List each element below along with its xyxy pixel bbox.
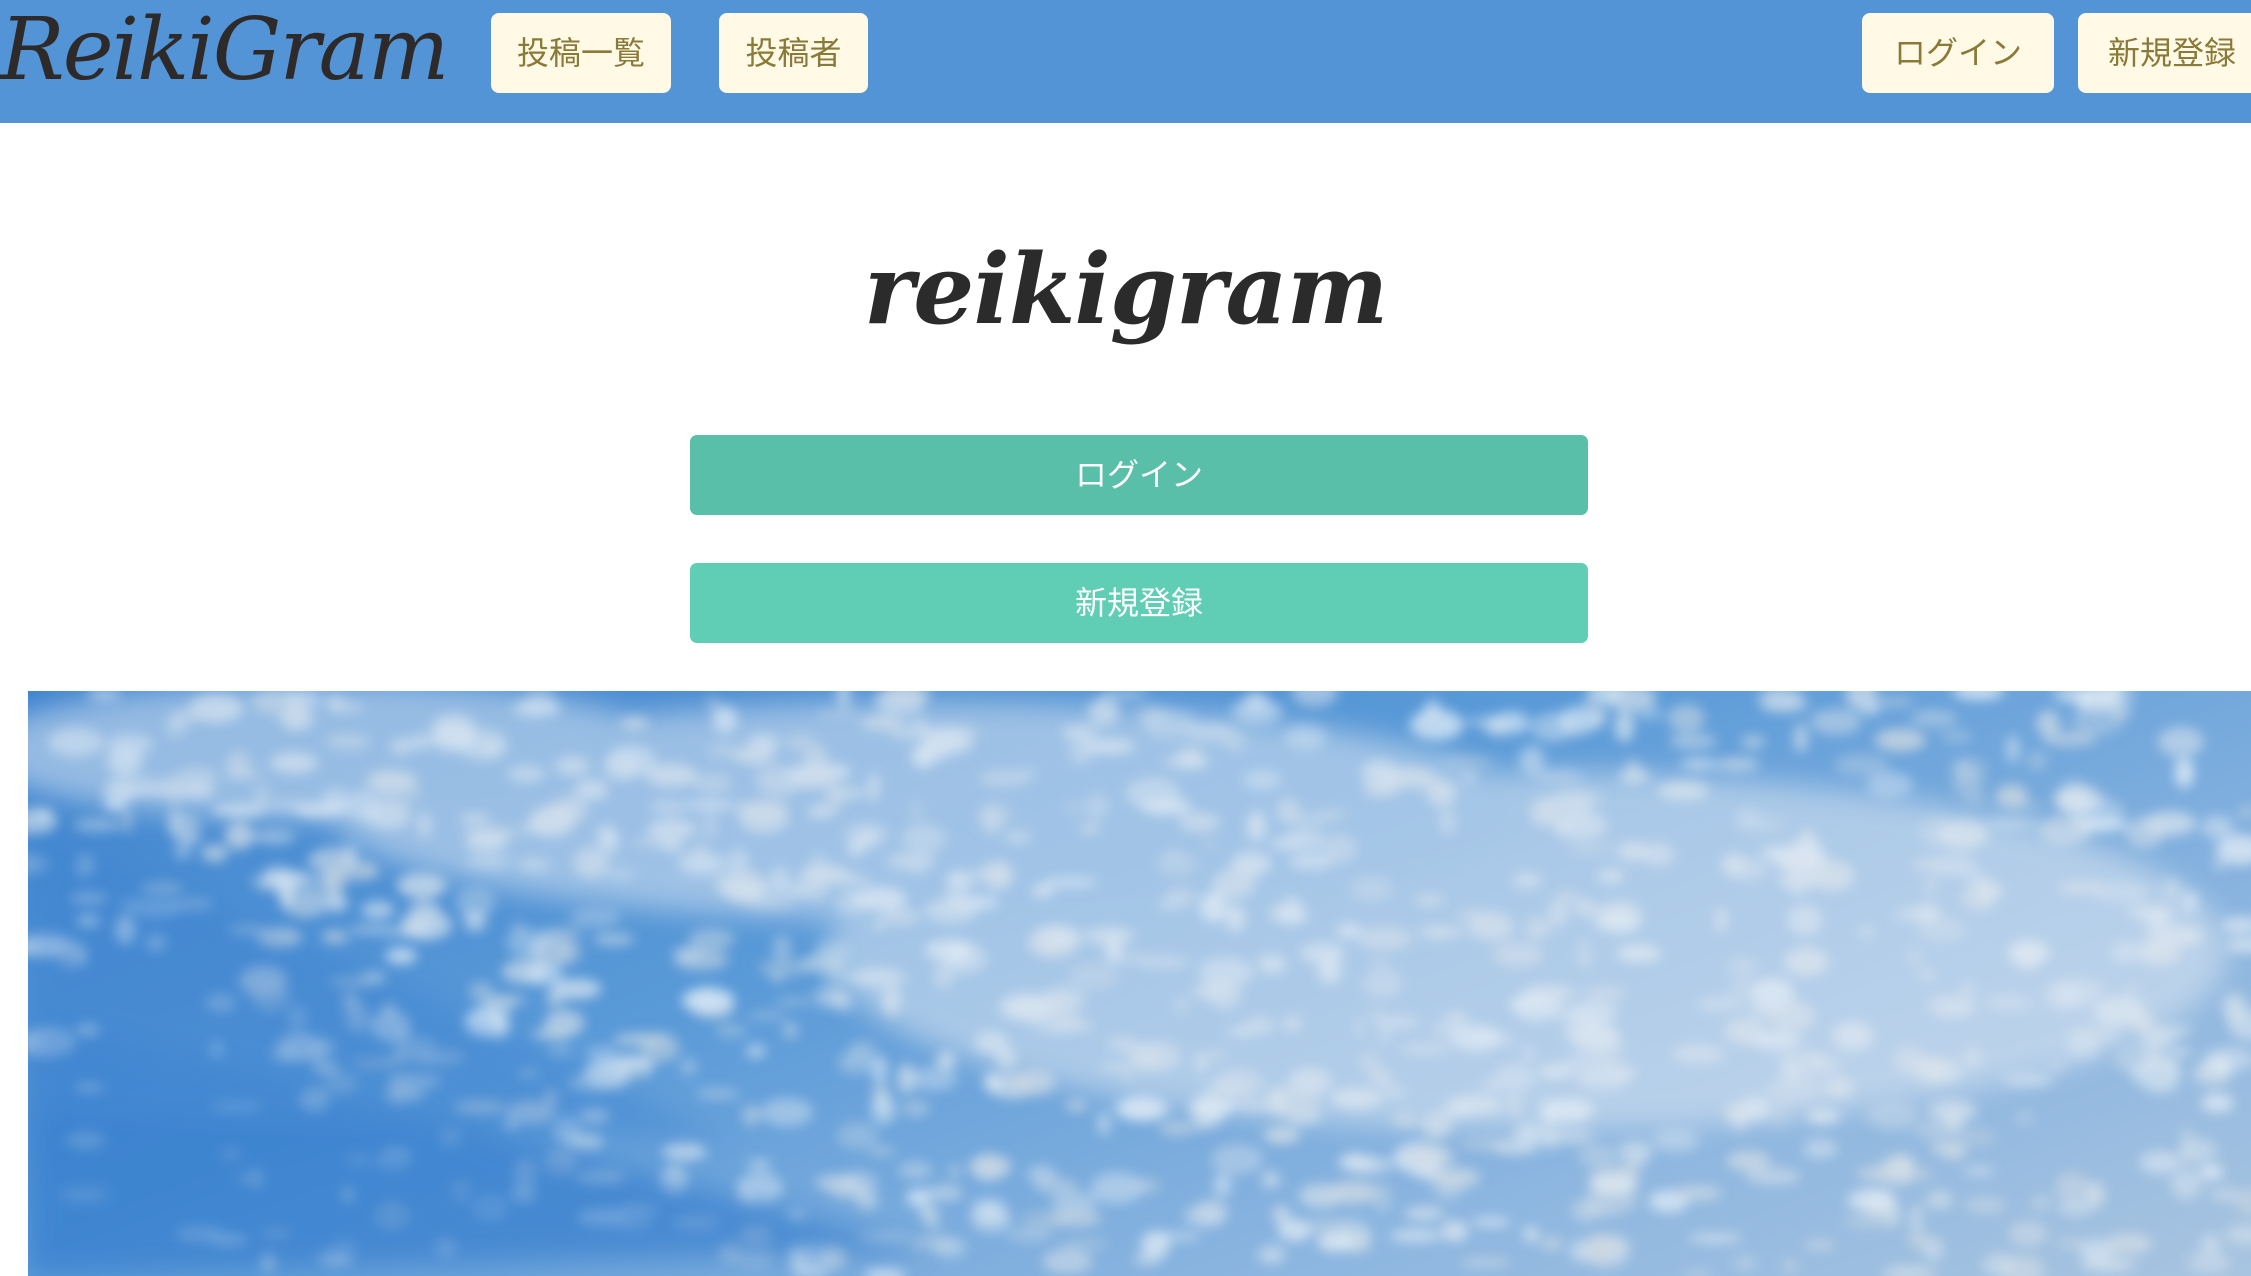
- sky-hero-image: [28, 691, 2251, 1276]
- nav-login-button[interactable]: ログイン: [1862, 13, 2054, 93]
- cloud-texture: [28, 691, 2251, 1276]
- signup-button[interactable]: 新規登録: [690, 563, 1588, 643]
- hero-title: reikigram: [863, 233, 1389, 346]
- login-button[interactable]: ログイン: [690, 435, 1588, 515]
- nav-posters-button[interactable]: 投稿者: [719, 13, 868, 93]
- brand-logo[interactable]: ReikiGram: [0, 0, 449, 100]
- top-navbar: ReikiGram 投稿一覧 投稿者 ログイン 新規登録: [0, 0, 2251, 123]
- nav-posts-list-button[interactable]: 投稿一覧: [491, 13, 671, 93]
- nav-signup-button[interactable]: 新規登録: [2078, 13, 2251, 93]
